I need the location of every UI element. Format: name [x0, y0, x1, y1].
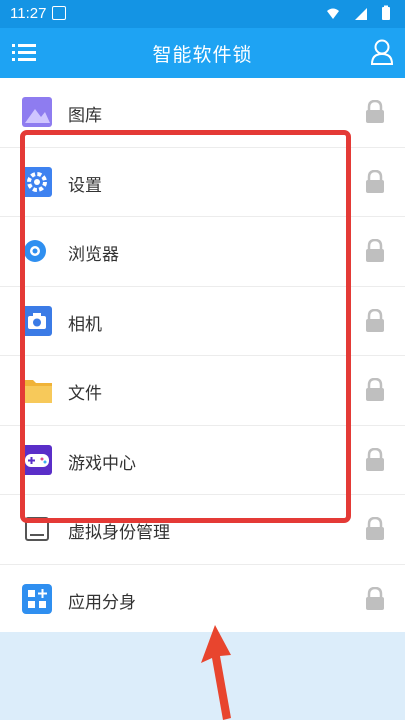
lock-icon[interactable]: [365, 447, 385, 472]
notification-icon: [52, 6, 66, 20]
signal-icon: [355, 8, 367, 20]
gallery-icon: [22, 97, 52, 127]
lock-icon[interactable]: [365, 378, 385, 402]
list-item[interactable]: 应用分身: [0, 565, 405, 634]
lock-icon[interactable]: [365, 169, 385, 194]
lock-icon[interactable]: [365, 586, 385, 611]
lock-icon[interactable]: [365, 100, 385, 124]
arrow-icon: [201, 625, 231, 720]
lock-icon[interactable]: [365, 239, 385, 263]
status-bar: 11:27: [0, 0, 405, 28]
user-icon[interactable]: [370, 38, 394, 66]
list-item-label: 图库: [68, 106, 102, 126]
wifi-icon: [327, 8, 339, 19]
highlight-box: [20, 130, 351, 523]
battery-icon: [382, 7, 390, 20]
list-item-label: 应用分身: [68, 592, 136, 613]
app-clone-icon: [22, 583, 52, 614]
app-bar: 智能软件锁: [0, 28, 405, 78]
system-status-icons: [327, 5, 390, 20]
lock-icon[interactable]: [365, 517, 385, 541]
lock-icon[interactable]: [365, 308, 385, 333]
page-title: 智能软件锁: [152, 44, 253, 66]
status-time: 11:27: [10, 5, 47, 22]
